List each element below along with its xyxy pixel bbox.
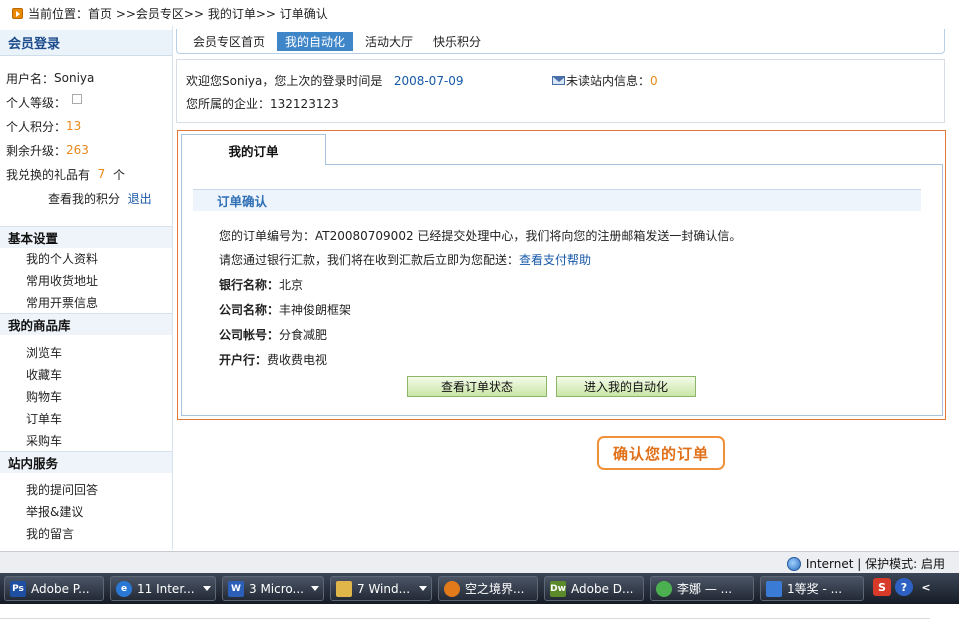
breadcrumb: 当前位置：首页 >>会员专区>> 我的订单>> 订单确认 — [0, 0, 959, 26]
tab-my-automation[interactable]: 我的自动化 — [277, 31, 354, 51]
taskbar-photoshop[interactable]: Ps Adobe P... — [4, 576, 104, 601]
bank-value: 北京 — [279, 278, 304, 292]
taskbar-internet-explorer[interactable]: e 11 Inter... — [110, 576, 216, 601]
sogou-input-icon[interactable]: S — [873, 578, 891, 596]
order-confirm-title: 订单确认 — [193, 189, 921, 211]
gifts-row: 我兑换的礼品有 7 个 — [6, 167, 125, 182]
word-icon: W — [228, 580, 244, 597]
group-arrow-icon — [203, 586, 211, 591]
payment-line: 请您通过银行汇款，我们将在收到汇款后立即为您配送：查看支付帮助 — [219, 253, 592, 267]
nav-my-messages[interactable]: 我的留言 — [26, 523, 74, 543]
help-icon[interactable]: ? — [895, 578, 913, 596]
points-value: 13 — [66, 119, 82, 133]
mail-icon — [552, 76, 565, 85]
browser-status-bar: Internet | 保护模式: 启用 — [0, 551, 959, 573]
taskbar-dreamweaver[interactable]: Dw Adobe D... — [544, 576, 644, 601]
group-arrow-icon — [419, 586, 427, 591]
taskbar-app-window[interactable]: 1等奖 - ... — [760, 576, 864, 601]
remaining-row: 剩余升级： 263 — [6, 143, 89, 158]
order-number-line: 您的订单编号为：AT20080709002 已经提交处理中心，我们将向您的注册邮… — [219, 229, 742, 243]
unread-count: 0 — [650, 73, 658, 88]
taskbar-chat[interactable]: 李娜 — ... — [650, 576, 754, 601]
branch-line: 开户行：费收费电视 — [219, 353, 328, 367]
member-tab-bar: 会员专区首页 我的自动化 活动大厅 快乐积分 — [176, 29, 945, 54]
nav-shopping-cart[interactable]: 购物车 — [26, 386, 62, 406]
sidebar: 会员登录 用户名： Soniya 个人等级： 个人积分： 13 剩余升级： 263 我… — [0, 26, 173, 550]
remaining-value: 263 — [66, 143, 89, 157]
company-name-value: 丰神俊朗框架 — [279, 303, 352, 317]
globe-icon — [786, 556, 801, 571]
nav-favorites-cart[interactable]: 收藏车 — [26, 364, 62, 384]
tab-member-home[interactable]: 会员专区首页 — [185, 32, 273, 51]
group-arrow-icon — [311, 586, 319, 591]
section-basic-settings: 基本设置 — [0, 226, 172, 248]
location-arrow-icon — [12, 7, 23, 19]
nav-shipping-address[interactable]: 常用收货地址 — [26, 270, 98, 290]
view-order-status-button[interactable]: 查看订单状态 — [407, 376, 547, 397]
nav-order-cart[interactable]: 订单车 — [26, 408, 62, 428]
nav-purchase-cart[interactable]: 采购车 — [26, 430, 62, 450]
order-panel: 我的订单 订单确认 您的订单编号为：AT20080709002 已经提交处理中心… — [177, 130, 946, 420]
divider — [0, 618, 930, 619]
taskbar-word[interactable]: W 3 Micro... — [222, 576, 324, 601]
payment-help-link[interactable]: 查看支付帮助 — [519, 253, 591, 267]
branch-value: 费收费电视 — [267, 353, 328, 367]
account-value: 分食减肥 — [279, 328, 328, 342]
section-site-services: 站内服务 — [0, 451, 172, 473]
taskbar-firefox[interactable]: 空之境界... — [438, 576, 538, 601]
username-row: 用户名： Soniya — [6, 71, 95, 86]
logout-link[interactable]: 退出 — [128, 190, 152, 207]
folder-icon — [336, 580, 352, 597]
welcome-box: 欢迎您Soniya，您上次的登录时间是 2008-07-09 未读站内信息： 0 … — [176, 59, 945, 123]
order-body: 订单确认 您的订单编号为：AT20080709002 已经提交处理中心，我们将向… — [181, 164, 943, 416]
show-hidden-icons[interactable]: < — [917, 578, 935, 596]
points-links-row: 查看我的积分 退出 — [48, 189, 152, 207]
security-zone-text: Internet | 保护模式: 启用 — [805, 557, 945, 571]
enter-automation-button[interactable]: 进入我的自动化 — [556, 376, 696, 397]
username: Soniya — [54, 71, 95, 85]
photoshop-icon: Ps — [10, 580, 26, 597]
ie-icon: e — [116, 580, 132, 597]
section-product-library: 我的商品库 — [0, 313, 172, 335]
bank-line: 银行名称：北京 — [219, 278, 304, 292]
confirm-order-badge: 确认您的订单 — [597, 436, 725, 470]
login-title: 会员登录 — [0, 30, 172, 56]
taskbar-windows-explorer[interactable]: 7 Wind... — [330, 576, 432, 601]
last-login-date: 2008-07-09 — [393, 74, 464, 88]
user-chat-icon — [656, 580, 672, 597]
company-line: 您所属的企业：132123123 — [186, 97, 339, 111]
tab-happy-points[interactable]: 快乐积分 — [425, 32, 489, 51]
level-icon — [72, 94, 83, 104]
bottom-area — [0, 604, 959, 635]
unread-messages[interactable]: 未读站内信息： 0 — [552, 72, 658, 89]
windows-taskbar: Ps Adobe P... e 11 Inter... W 3 Micro...… — [0, 573, 959, 604]
account-line: 公司帐号：分食减肥 — [219, 328, 328, 342]
company-value: 132123123 — [270, 97, 339, 111]
nav-invoice-info[interactable]: 常用开票信息 — [26, 292, 98, 312]
tab-my-orders[interactable]: 我的订单 — [181, 134, 326, 165]
welcome-line: 欢迎您Soniya，您上次的登录时间是 2008-07-09 — [186, 74, 464, 88]
points-row: 个人积分： 13 — [6, 119, 82, 134]
tab-activity-hall[interactable]: 活动大厅 — [357, 32, 421, 51]
nav-my-qa[interactable]: 我的提问回答 — [26, 479, 98, 499]
gifts-count: 7 — [97, 167, 106, 181]
dreamweaver-icon: Dw — [550, 580, 566, 597]
window-icon — [766, 580, 782, 597]
nav-browse-cart[interactable]: 浏览车 — [26, 342, 62, 362]
firefox-icon — [444, 580, 460, 597]
security-zone[interactable]: Internet | 保护模式: 启用 — [786, 555, 945, 572]
breadcrumb-text: 当前位置：首页 >>会员专区>> 我的订单>> 订单确认 — [28, 6, 328, 21]
level-row: 个人等级： — [6, 93, 83, 111]
nav-profile[interactable]: 我的个人资料 — [26, 248, 98, 268]
view-points-link[interactable]: 查看我的积分 — [48, 190, 120, 207]
nav-report-suggest[interactable]: 举报&建议 — [26, 501, 83, 521]
company-name-line: 公司名称：丰神俊朗框架 — [219, 303, 352, 317]
